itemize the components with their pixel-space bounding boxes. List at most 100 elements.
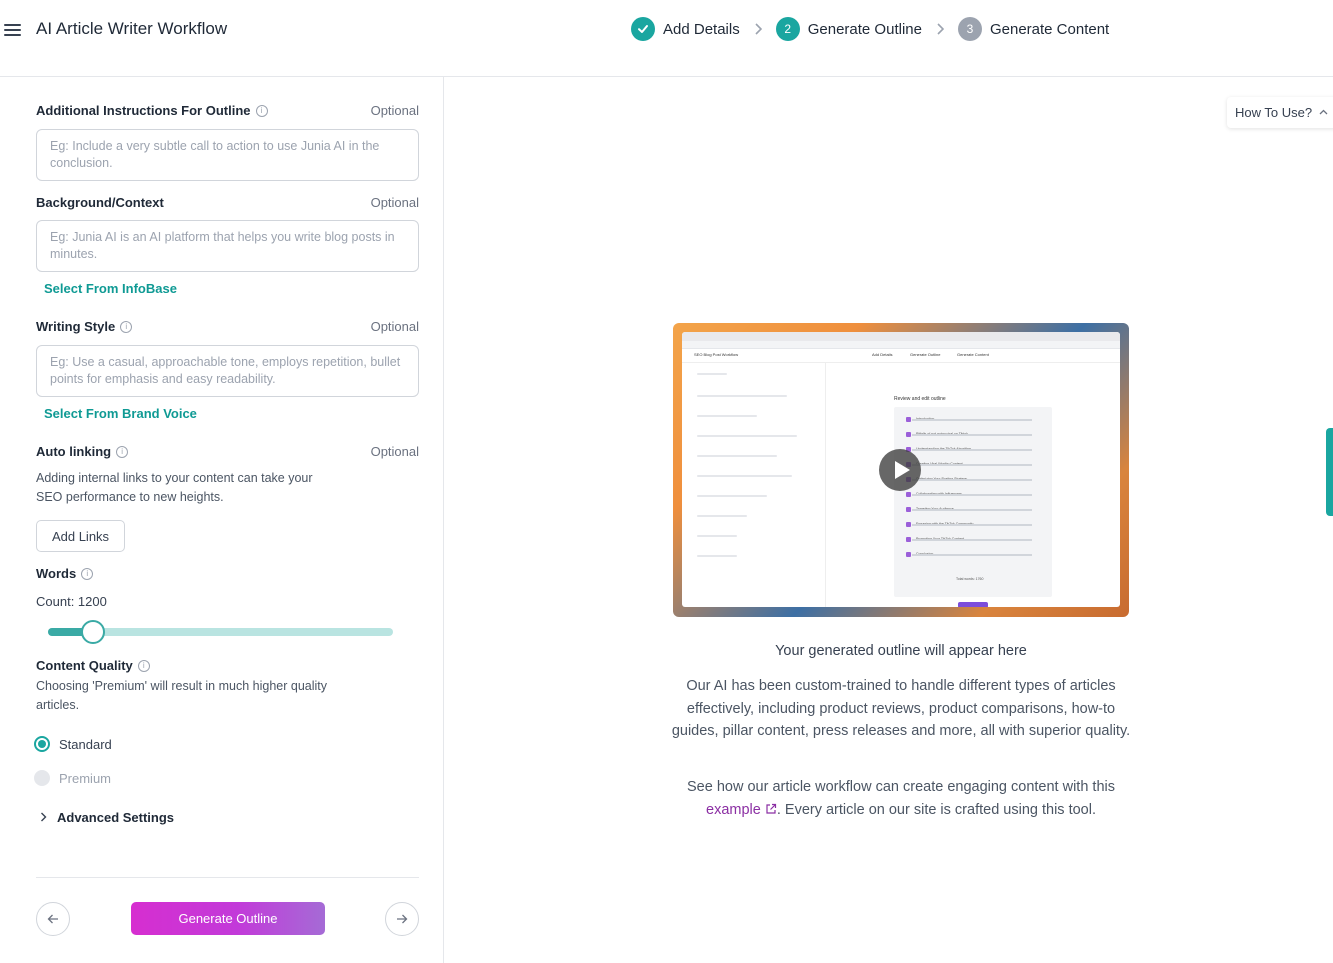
stepper: Add Details 2 Generate Outline 3 Generat… bbox=[631, 17, 1109, 41]
writing-style-input[interactable]: Eg: Use a casual, approachable tone, emp… bbox=[36, 345, 419, 397]
example-prefix: See how our article workflow can create … bbox=[687, 779, 1115, 795]
step-number: 2 bbox=[775, 17, 800, 41]
chevron-right-icon bbox=[754, 23, 762, 35]
thumbnail-outline: Introduction Pitfalls of not going viral… bbox=[894, 407, 1052, 597]
thumbnail-form bbox=[682, 363, 826, 607]
ai-description: Our AI has been custom-trained to handle… bbox=[671, 678, 1131, 739]
thumbnail-total: Total words: 1760 bbox=[956, 577, 984, 581]
select-brand-voice-link[interactable]: Select From Brand Voice bbox=[44, 406, 197, 421]
info-icon[interactable]: i bbox=[120, 320, 133, 333]
advanced-settings-label: Advanced Settings bbox=[57, 810, 175, 825]
optional-tag: Optional bbox=[370, 319, 419, 334]
thumbnail-outline-bar bbox=[906, 552, 1032, 557]
auto-linking-label: Auto linking i bbox=[36, 444, 129, 459]
preview-panel: How To Use? SEO Blog Post Workflow Add D… bbox=[445, 77, 1333, 963]
advanced-settings-toggle[interactable]: Advanced Settings bbox=[40, 810, 174, 825]
feedback-tab[interactable] bbox=[1326, 428, 1333, 516]
step-label: Generate Content bbox=[989, 20, 1110, 38]
thumbnail-outline-bar bbox=[906, 477, 1032, 482]
tutorial-video[interactable]: SEO Blog Post Workflow Add Details Gener… bbox=[673, 323, 1129, 617]
add-links-button[interactable]: Add Links bbox=[36, 520, 125, 552]
optional-tag: Optional bbox=[370, 195, 419, 210]
label-text: Writing Style bbox=[36, 319, 116, 334]
menu-icon[interactable] bbox=[4, 21, 21, 37]
thumbnail-line bbox=[697, 515, 747, 517]
info-icon[interactable]: i bbox=[137, 659, 150, 672]
auto-linking-description: Adding internal links to your content ca… bbox=[36, 471, 313, 504]
thumbnail-line bbox=[697, 535, 737, 537]
auto-linking-row: Auto linking i Optional bbox=[36, 444, 419, 459]
info-icon[interactable]: i bbox=[255, 104, 268, 117]
radio-selected-icon bbox=[34, 736, 50, 752]
thumbnail-line bbox=[697, 455, 777, 457]
additional-instructions-label: Additional Instructions For Outline i bbox=[36, 103, 268, 118]
thumbnail-line bbox=[697, 555, 737, 557]
thumbnail-step: Generate Outline bbox=[910, 352, 941, 357]
words-label: Words i bbox=[36, 566, 94, 581]
thumbnail-line bbox=[697, 395, 787, 397]
thumbnail-line bbox=[697, 435, 797, 437]
step-add-details[interactable]: Add Details bbox=[631, 17, 740, 41]
additional-instructions-input[interactable]: Eg: Include a very subtle call to action… bbox=[36, 129, 419, 181]
thumbnail-line bbox=[697, 475, 792, 477]
app-title: AI Article Writer Workflow bbox=[36, 19, 228, 38]
label-text: Words bbox=[36, 566, 77, 581]
thumbnail-outline-bar bbox=[906, 492, 1032, 497]
example-link-label: example bbox=[706, 801, 761, 818]
radio-premium[interactable]: Premium bbox=[34, 770, 111, 786]
step-label: Generate Outline bbox=[807, 20, 922, 38]
info-icon[interactable]: i bbox=[81, 567, 94, 580]
label-text: Auto linking bbox=[36, 444, 112, 459]
word-count-slider[interactable] bbox=[48, 620, 393, 644]
label-text: Background/Context bbox=[36, 195, 164, 210]
check-icon bbox=[631, 17, 655, 41]
select-infobase-link[interactable]: Select From InfoBase bbox=[44, 281, 177, 296]
next-button[interactable] bbox=[385, 902, 419, 936]
browser-tabbar bbox=[682, 332, 1120, 341]
slider-handle[interactable] bbox=[81, 620, 105, 644]
step-generate-outline[interactable]: 2 Generate Outline bbox=[775, 17, 922, 41]
info-icon[interactable]: i bbox=[116, 445, 129, 458]
thumbnail-line bbox=[697, 415, 757, 417]
additional-instructions-row: Additional Instructions For Outline i Op… bbox=[36, 103, 419, 118]
thumbnail-outline-bar bbox=[906, 462, 1032, 467]
back-button[interactable] bbox=[36, 902, 70, 936]
step-generate-content[interactable]: 3 Generate Content bbox=[957, 17, 1110, 41]
example-text: See how our article workflow can create … bbox=[670, 776, 1132, 821]
how-to-use-button[interactable]: How To Use? bbox=[1227, 97, 1333, 128]
content-quality-description: Choosing 'Premium' will result in much h… bbox=[36, 679, 328, 712]
radio-standard[interactable]: Standard bbox=[34, 736, 112, 752]
header: AI Article Writer Workflow Add Details 2… bbox=[0, 0, 1333, 77]
radio-label: Standard bbox=[59, 736, 112, 752]
play-icon[interactable] bbox=[879, 449, 921, 491]
thumbnail-outline-bar bbox=[906, 432, 1032, 437]
content-quality-label: Content Quality i bbox=[36, 658, 150, 673]
browser-urlbar bbox=[682, 341, 1120, 349]
generate-outline-button[interactable]: Generate Outline bbox=[131, 902, 325, 935]
writing-style-row: Writing Style i Optional bbox=[36, 319, 419, 334]
thumbnail-header: SEO Blog Post Workflow Add Details Gener… bbox=[682, 349, 1120, 363]
optional-tag: Optional bbox=[370, 103, 419, 118]
thumbnail-line bbox=[697, 495, 767, 497]
background-input[interactable]: Eg: Junia AI is an AI platform that help… bbox=[36, 220, 419, 272]
chevron-right-icon bbox=[936, 23, 944, 35]
form-panel: Additional Instructions For Outline i Op… bbox=[0, 77, 444, 963]
example-suffix: . Every article on our site is crafted u… bbox=[776, 801, 1096, 818]
thumbnail-step: Generate Content bbox=[957, 352, 989, 357]
thumbnail-panel-title: Review and edit outline bbox=[894, 396, 946, 402]
chevron-right-icon bbox=[40, 810, 47, 825]
external-link-icon bbox=[766, 803, 776, 814]
arrow-right-icon bbox=[397, 914, 408, 924]
label-text: Additional Instructions For Outline bbox=[36, 103, 251, 118]
thumbnail-step: Add Details bbox=[872, 352, 893, 357]
thumbnail-outline-bar bbox=[906, 447, 1032, 452]
radio-unselected-icon bbox=[34, 770, 50, 786]
thumbnail-outline-bar bbox=[906, 537, 1032, 542]
example-link[interactable]: example bbox=[706, 802, 777, 818]
divider bbox=[36, 877, 419, 878]
thumbnail-button bbox=[958, 602, 988, 607]
thumbnail-line bbox=[697, 373, 727, 375]
thumbnail-title: SEO Blog Post Workflow bbox=[694, 352, 739, 357]
content-quality-row: Content Quality i bbox=[36, 658, 419, 673]
optional-tag: Optional bbox=[370, 444, 419, 459]
